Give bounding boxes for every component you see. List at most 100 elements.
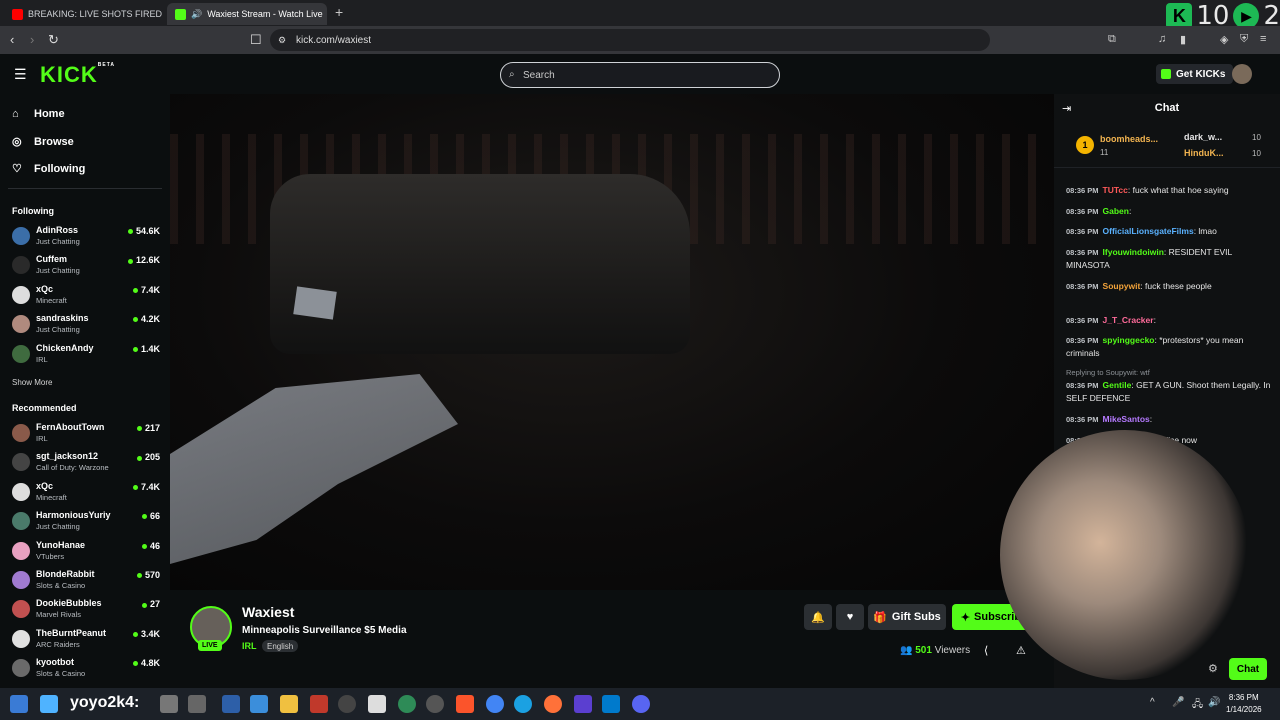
message-username[interactable]: J_T_Cracker xyxy=(1103,315,1154,325)
browser-tab[interactable]: BREAKING: LIVE SHOTS FIRED Amid xyxy=(4,3,164,25)
forward-icon[interactable]: › xyxy=(30,32,34,47)
app-icon[interactable] xyxy=(40,695,58,713)
channel-info-bar: LIVE Waxiest Minneapolis Surveillance $5… xyxy=(170,590,1054,688)
discord-icon[interactable] xyxy=(632,695,650,713)
speaker-icon: 🔊 xyxy=(191,8,203,19)
channel-list-item[interactable]: FernAboutTown IRL 217 xyxy=(12,421,160,449)
tray-chevron-icon[interactable]: ^ xyxy=(1150,697,1155,708)
chrome-icon[interactable] xyxy=(486,695,504,713)
send-chat-button[interactable]: Chat xyxy=(1229,658,1267,680)
app-icon[interactable] xyxy=(574,695,592,713)
live-dot-icon xyxy=(132,631,138,637)
app-icon[interactable] xyxy=(338,695,356,713)
channel-list-item[interactable]: TheBurntPeanut ARC Raiders 3.4K xyxy=(12,627,160,655)
channel-name: AdinRoss xyxy=(36,225,79,235)
channel-list-item[interactable]: ChickenAndy IRL 1.4K xyxy=(12,342,160,370)
channel-list-item[interactable]: AdinRoss Just Chatting 54.6K xyxy=(12,224,160,252)
nav-browse[interactable]: ◎ Browse xyxy=(12,135,74,149)
app-icon[interactable] xyxy=(160,695,178,713)
channel-name: kyootbot xyxy=(36,657,74,668)
network-icon[interactable]: 🖧 xyxy=(1192,697,1203,714)
message-username[interactable]: Gaben xyxy=(1103,206,1129,216)
reload-icon[interactable]: ↻ xyxy=(48,32,59,48)
video-player[interactable] xyxy=(170,94,1054,590)
channel-list-item[interactable]: xQc Minecraft 7.4K xyxy=(12,283,160,311)
bookmark-icon[interactable]: ☐ xyxy=(250,32,262,48)
channel-list-item[interactable]: sgt_jackson12 Call of Duty: Warzone 205 xyxy=(12,450,160,478)
vscode-icon[interactable] xyxy=(602,695,620,713)
app-icon[interactable] xyxy=(368,695,386,713)
nav-home[interactable]: ⌂ Home xyxy=(12,108,65,120)
extensions-icon[interactable]: ⧉ xyxy=(1108,33,1116,46)
site-info-icon[interactable]: ⚙ xyxy=(278,35,286,46)
edge-icon[interactable] xyxy=(514,695,532,713)
report-icon[interactable]: ⚠ xyxy=(1016,644,1026,657)
settings-icon[interactable]: ⚙ xyxy=(1208,662,1218,675)
reply-note: Replying to Soupywit: wtf xyxy=(1066,368,1150,377)
language-tag[interactable]: English xyxy=(262,640,299,652)
show-more-link[interactable]: Show More xyxy=(12,378,52,387)
channel-list-item[interactable]: BlondeRabbit Slots & Casino 570 xyxy=(12,568,160,596)
shield-icon[interactable]: ⛨ xyxy=(1240,33,1248,46)
channel-list-item[interactable]: YunoHanae VTubers 46 xyxy=(12,539,160,567)
sidebar-icon[interactable]: ▮ xyxy=(1180,33,1186,46)
volume-icon[interactable]: 🔊 xyxy=(1208,697,1220,708)
nav-following[interactable]: ♡ Following xyxy=(12,162,85,176)
channel-name: DookieBubbles xyxy=(36,598,102,609)
message-username[interactable]: Soupywit xyxy=(1103,281,1141,291)
search-input[interactable]: ⌕ Search xyxy=(500,62,780,88)
system-clock[interactable]: 8:36 PM 1/14/2026 xyxy=(1226,692,1262,716)
leader-first-name[interactable]: boomheads... xyxy=(1100,134,1158,144)
channel-list-item[interactable]: Cuffem Just Chatting 12.6K xyxy=(12,253,160,281)
url-field[interactable]: ⚙ kick.com/waxiest xyxy=(270,29,990,51)
folder-icon[interactable] xyxy=(280,695,298,713)
message-username[interactable]: OfficialLionsgateFilms xyxy=(1103,226,1194,236)
address-bar-row: ‹ › ↻ ☐ ⚙ kick.com/waxiest ⧉ ♫ ▮ ◈ ⛨ ≡ xyxy=(0,26,1280,54)
channel-list-item[interactable]: HarmoniousYuriy Just Chatting 66 xyxy=(12,509,160,537)
browser-tab-active[interactable]: 🔊 Waxiest Stream - Watch Live ✕ xyxy=(167,3,327,25)
app-icon[interactable] xyxy=(222,695,240,713)
new-tab-button[interactable]: + xyxy=(335,4,343,20)
message-username[interactable]: Ifyouwindoiwin xyxy=(1103,247,1164,257)
gift-subs-button[interactable]: 🎁 Gift Subs xyxy=(868,604,946,630)
channel-list-item[interactable]: sandraskins Just Chatting 4.2K xyxy=(12,312,160,340)
clock-date: 1/14/2026 xyxy=(1226,705,1262,714)
app-icon[interactable] xyxy=(250,695,268,713)
channel-name: xQc xyxy=(36,480,54,491)
message-username[interactable]: Gentile xyxy=(1103,380,1132,390)
leader-third-name[interactable]: HinduK... xyxy=(1184,148,1224,158)
hamburger-menu-icon[interactable]: ☰ xyxy=(14,66,27,83)
app-icon[interactable] xyxy=(426,695,444,713)
channel-list-item[interactable]: DookieBubbles Marvel Rivals 27 xyxy=(12,597,160,625)
back-icon[interactable]: ‹ xyxy=(10,32,14,47)
app-icon[interactable] xyxy=(10,695,28,713)
message-username[interactable]: MikeSantos xyxy=(1103,414,1150,424)
follow-button[interactable]: ♥ xyxy=(836,604,864,630)
message-username[interactable]: TUTcc xyxy=(1103,185,1128,195)
channel-list-item[interactable]: kyootbot Slots & Casino 4.8K xyxy=(12,656,160,684)
firefox-icon[interactable] xyxy=(544,695,562,713)
message-username[interactable]: spyinggecko xyxy=(1103,335,1155,345)
app-icon[interactable] xyxy=(188,695,206,713)
channel-category: VTubers xyxy=(36,551,65,561)
app-icon[interactable] xyxy=(398,695,416,713)
notification-bell-button[interactable]: 🔔 xyxy=(804,604,832,630)
kick-logo[interactable]: KICKBETA xyxy=(40,62,115,88)
microphone-icon[interactable]: 🎤 xyxy=(1172,697,1184,708)
video-car xyxy=(270,174,690,354)
channel-category: Just Chatting xyxy=(36,325,80,335)
get-kicks-button[interactable]: Get KICKs xyxy=(1156,64,1234,84)
channel-name: YunoHanae xyxy=(36,539,86,550)
stream-category[interactable]: IRL xyxy=(242,641,257,651)
channel-list-item[interactable]: xQc Minecraft 7.4K xyxy=(12,480,160,508)
app-icon[interactable] xyxy=(310,695,328,713)
media-icon[interactable]: ♫ xyxy=(1158,33,1166,45)
menu-icon[interactable]: ≡ xyxy=(1260,33,1266,45)
brave-icon[interactable] xyxy=(456,695,474,713)
channel-name[interactable]: Waxiest xyxy=(242,604,294,620)
leader-second-name[interactable]: dark_w... xyxy=(1184,132,1222,142)
share-icon[interactable]: ⟨ xyxy=(984,644,988,657)
youtube-icon xyxy=(12,8,23,20)
wallet-icon[interactable]: ◈ xyxy=(1220,33,1228,46)
user-avatar[interactable] xyxy=(1232,64,1252,84)
